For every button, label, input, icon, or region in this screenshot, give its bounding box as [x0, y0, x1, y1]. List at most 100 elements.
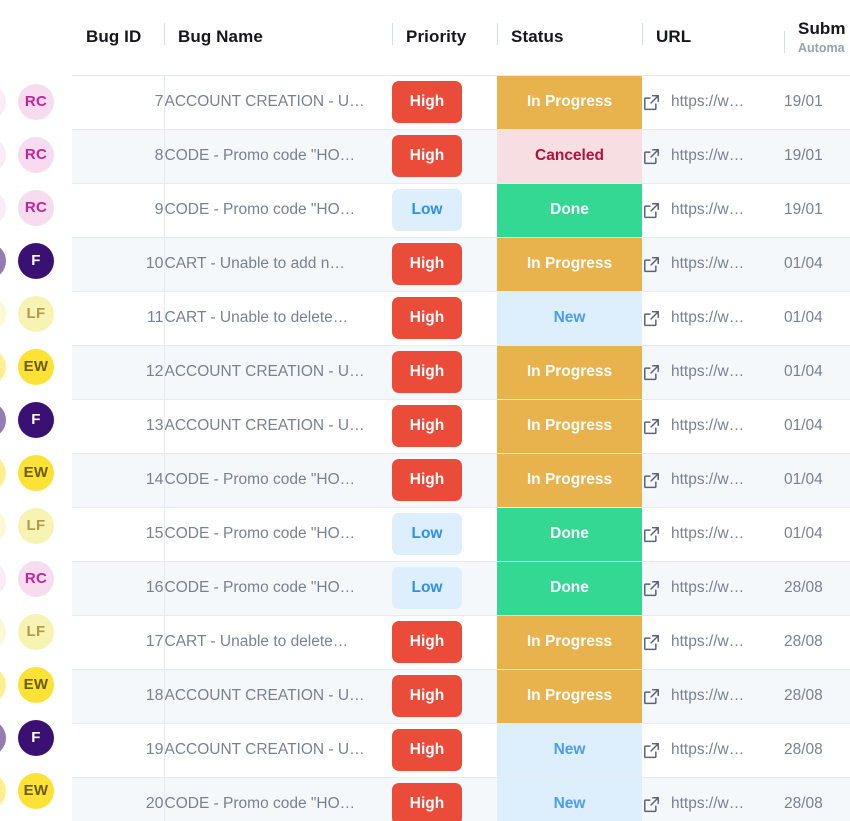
cell-bug-id[interactable]: 10: [72, 236, 165, 292]
cell-submitted[interactable]: 19/01: [784, 182, 850, 238]
status-badge[interactable]: In Progress: [497, 669, 642, 723]
cell-url[interactable]: https://w…: [642, 776, 784, 821]
priority-badge[interactable]: High: [392, 459, 462, 501]
cell-bug-id[interactable]: 17: [72, 614, 165, 670]
cell-submitted[interactable]: 28/08: [784, 722, 850, 778]
table-row[interactable]: 12 ACCOUNT CREATION - U… High In Progress ht…: [72, 344, 850, 400]
priority-badge[interactable]: Low: [392, 513, 462, 555]
table-row[interactable]: 13 ACCOUNT CREATION - U… High In Progress ht…: [72, 398, 850, 454]
cell-submitted[interactable]: 01/04: [784, 236, 850, 292]
cell-bug-name[interactable]: CART - Unable to add n…: [164, 236, 392, 292]
external-link-icon[interactable]: [642, 741, 661, 760]
cell-bug-id[interactable]: 8: [72, 128, 165, 184]
cell-url[interactable]: https://w…: [642, 74, 784, 130]
cell-url[interactable]: https://w…: [642, 236, 784, 292]
column-header-bug_id[interactable]: Bug ID: [72, 0, 164, 75]
cell-status[interactable]: In Progress: [497, 74, 642, 130]
avatar[interactable]: EW: [18, 348, 54, 385]
external-link-icon[interactable]: [642, 471, 661, 490]
cell-bug-name[interactable]: CODE - Promo code "HO…: [164, 182, 392, 238]
cell-status[interactable]: In Progress: [497, 614, 642, 670]
cell-submitted[interactable]: 01/04: [784, 344, 850, 400]
table-row[interactable]: 18 ACCOUNT CREATION - U… High In Progress ht…: [72, 668, 850, 724]
priority-badge[interactable]: High: [392, 135, 462, 177]
cell-bug-id[interactable]: 14: [72, 452, 165, 508]
priority-badge[interactable]: High: [392, 783, 462, 821]
column-header-status[interactable]: Status: [497, 0, 642, 75]
cell-bug-id[interactable]: 11: [72, 290, 165, 346]
table-row[interactable]: 17 CART - Unable to delete… High In Progres…: [72, 614, 850, 670]
table-scroll-region[interactable]: Bug ID Bug Name Priority Status URL Subm Autom…: [72, 0, 850, 821]
status-badge[interactable]: In Progress: [497, 75, 642, 129]
external-link-icon[interactable]: [642, 687, 661, 706]
cell-bug-id[interactable]: 20: [72, 776, 165, 821]
cell-status[interactable]: In Progress: [497, 344, 642, 400]
cell-priority[interactable]: High: [392, 722, 497, 778]
external-link-icon[interactable]: [642, 633, 661, 652]
cell-bug-name[interactable]: ACCOUNT CREATION - U…: [164, 398, 392, 454]
column-header-url[interactable]: URL: [642, 0, 784, 75]
priority-badge[interactable]: Low: [392, 189, 462, 231]
cell-status[interactable]: In Progress: [497, 668, 642, 724]
priority-badge[interactable]: High: [392, 621, 462, 663]
cell-priority[interactable]: Low: [392, 560, 497, 616]
external-link-icon[interactable]: [642, 525, 661, 544]
status-badge[interactable]: In Progress: [497, 345, 642, 399]
cell-bug-name[interactable]: ACCOUNT CREATION - U…: [164, 722, 392, 778]
external-link-icon[interactable]: [642, 363, 661, 382]
avatar[interactable]: F: [18, 242, 54, 279]
status-badge[interactable]: New: [497, 777, 642, 821]
avatar[interactable]: F: [18, 719, 54, 756]
cell-bug-id[interactable]: 19: [72, 722, 165, 778]
priority-badge[interactable]: High: [392, 351, 462, 393]
priority-badge[interactable]: Low: [392, 567, 462, 609]
cell-submitted[interactable]: 28/08: [784, 560, 850, 616]
status-badge[interactable]: In Progress: [497, 615, 642, 669]
priority-badge[interactable]: High: [392, 729, 462, 771]
avatar[interactable]: RC: [18, 560, 54, 597]
table-row[interactable]: 20 CODE - Promo code "HO… High New https://w…: [72, 776, 850, 821]
cell-url[interactable]: https://w…: [642, 290, 784, 346]
cell-bug-name[interactable]: CODE - Promo code "HO…: [164, 506, 392, 562]
cell-bug-id[interactable]: 7: [72, 74, 165, 130]
cell-priority[interactable]: High: [392, 614, 497, 670]
cell-url[interactable]: https://w…: [642, 506, 784, 562]
cell-url[interactable]: https://w…: [642, 560, 784, 616]
cell-url[interactable]: https://w…: [642, 182, 784, 238]
cell-status[interactable]: In Progress: [497, 452, 642, 508]
cell-priority[interactable]: High: [392, 74, 497, 130]
cell-bug-name[interactable]: CODE - Promo code "HO…: [164, 776, 392, 821]
cell-bug-id[interactable]: 12: [72, 344, 165, 400]
external-link-icon[interactable]: [642, 579, 661, 598]
external-link-icon[interactable]: [642, 417, 661, 436]
cell-bug-id[interactable]: 15: [72, 506, 165, 562]
table-row[interactable]: 15 CODE - Promo code "HO… Low Done https://w…: [72, 506, 850, 562]
cell-priority[interactable]: High: [392, 398, 497, 454]
cell-bug-name[interactable]: ACCOUNT CREATION - U…: [164, 668, 392, 724]
cell-priority[interactable]: High: [392, 452, 497, 508]
cell-bug-id[interactable]: 16: [72, 560, 165, 616]
cell-status[interactable]: Canceled: [497, 128, 642, 184]
cell-submitted[interactable]: 28/08: [784, 776, 850, 821]
cell-priority[interactable]: High: [392, 344, 497, 400]
external-link-icon[interactable]: [642, 147, 661, 166]
cell-submitted[interactable]: 01/04: [784, 506, 850, 562]
cell-priority[interactable]: High: [392, 236, 497, 292]
table-row[interactable]: 10 CART - Unable to add n… High In Progress…: [72, 236, 850, 292]
avatar[interactable]: RC: [18, 136, 54, 173]
column-header-submitted[interactable]: Subm Automa: [784, 0, 850, 75]
avatar[interactable]: F: [18, 401, 54, 438]
status-badge[interactable]: In Progress: [497, 237, 642, 291]
cell-status[interactable]: Done: [497, 506, 642, 562]
external-link-icon[interactable]: [642, 201, 661, 220]
cell-submitted[interactable]: 19/01: [784, 128, 850, 184]
status-badge[interactable]: New: [497, 723, 642, 777]
cell-url[interactable]: https://w…: [642, 398, 784, 454]
cell-status[interactable]: In Progress: [497, 236, 642, 292]
priority-badge[interactable]: High: [392, 243, 462, 285]
cell-url[interactable]: https://w…: [642, 452, 784, 508]
gears-icon[interactable]: [86, 0, 106, 3]
table-row[interactable]: 14 CODE - Promo code "HO… High In Progress h…: [72, 452, 850, 508]
avatar[interactable]: LF: [18, 613, 54, 650]
table-row[interactable]: 16 CODE - Promo code "HO… Low Done https://w…: [72, 560, 850, 616]
